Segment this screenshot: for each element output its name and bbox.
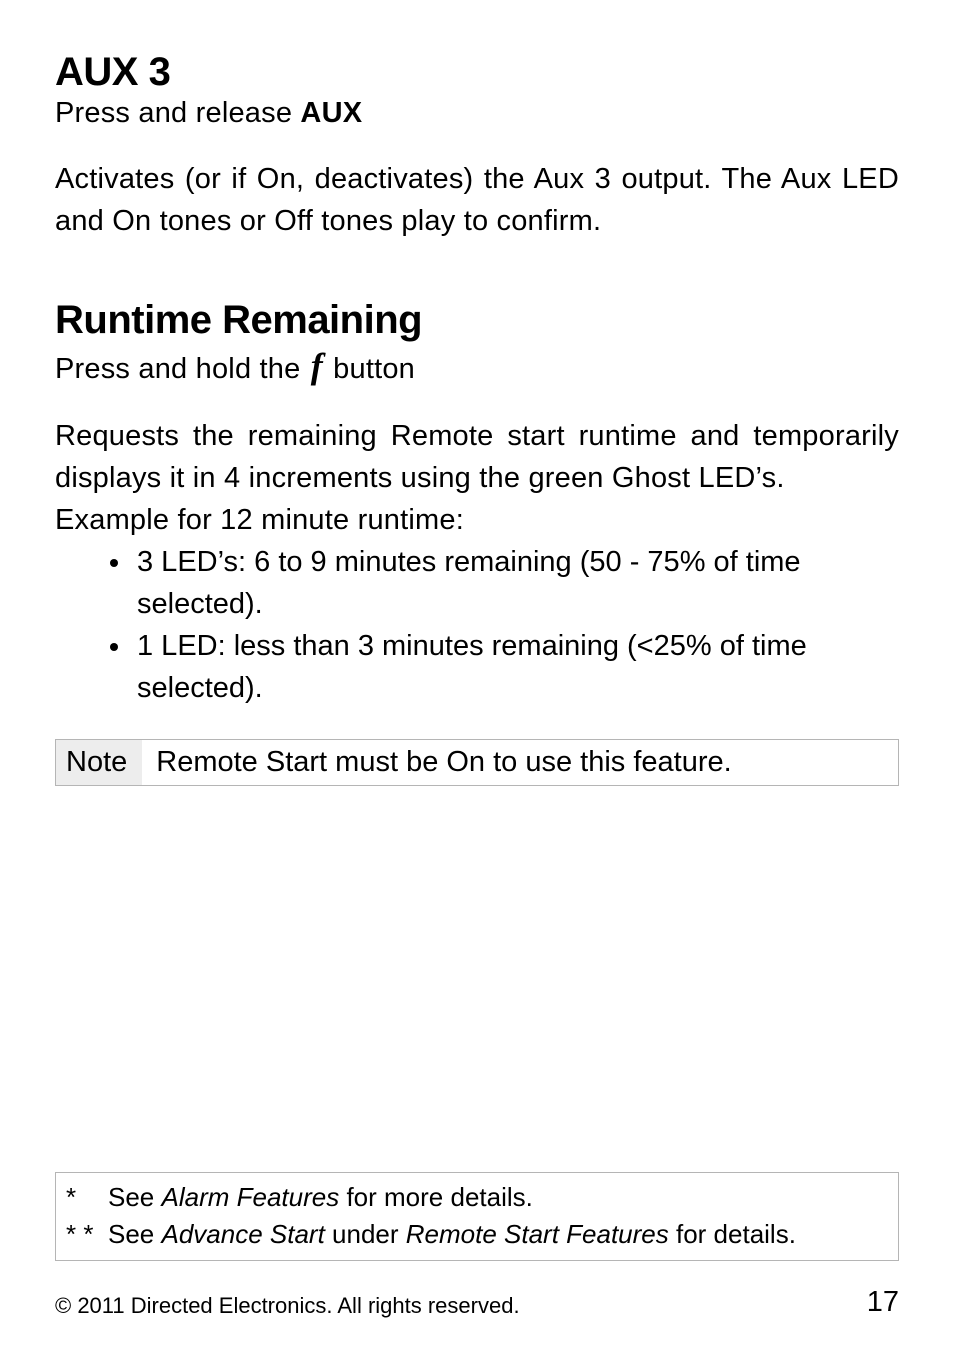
footnote-text: for more details. (339, 1182, 533, 1212)
body-runtime-p2: Example for 12 minute runtime: (55, 499, 899, 541)
heading-aux3: AUX 3 (55, 50, 899, 95)
page-number: 17 (867, 1286, 899, 1319)
footnotes: *See Alarm Features for more details. * … (55, 1172, 899, 1261)
instruction-aux3: Press and release AUX (55, 97, 899, 130)
body-runtime: Requests the remaining Remote start runt… (55, 415, 899, 541)
heading-runtime: Runtime Remaining (55, 298, 899, 343)
runtime-bullets: 3 LED’s: 6 to 9 minutes remaining (50 - … (83, 541, 899, 709)
footnote-text: for details. (669, 1219, 796, 1249)
f-button-icon: f (309, 346, 325, 386)
instruction-runtime: Press and hold the f button (55, 345, 899, 387)
footnote-text: under (325, 1219, 406, 1249)
text-and-release: and release (130, 97, 300, 129)
text-the: the (251, 353, 308, 385)
body-runtime-p1: Requests the remaining Remote start runt… (55, 415, 899, 499)
footnote-em: Alarm Features (162, 1182, 340, 1212)
footnote-star: * * (66, 1216, 108, 1252)
page-footer: © 2011 Directed Electronics. All rights … (55, 1286, 899, 1319)
note-text: Remote Start must be On to use this feat… (142, 740, 745, 785)
body-aux3: Activates (or if On, deactivates) the Au… (55, 158, 899, 242)
footnote-em: Remote Start Features (406, 1219, 669, 1249)
list-item: 1 LED: less than 3 minutes remaining (<2… (133, 625, 899, 709)
footnote-text: See (108, 1219, 162, 1249)
text-and: and (130, 353, 196, 385)
note-label: Note (56, 740, 142, 785)
text-press2: Press (55, 353, 130, 385)
footnote-star: * (66, 1179, 108, 1215)
text-button: button (325, 353, 415, 385)
footnote-em: Advance Start (162, 1219, 325, 1249)
list-item: 3 LED’s: 6 to 9 minutes remaining (50 - … (133, 541, 899, 625)
text-aux: AUX (300, 97, 362, 129)
footnotes-box: *See Alarm Features for more details. * … (55, 1172, 899, 1261)
text-hold: hold (196, 353, 252, 385)
footnote-1: *See Alarm Features for more details. (66, 1179, 888, 1215)
footnote-2: * *See Advance Start under Remote Start … (66, 1216, 888, 1252)
footnote-text: See (108, 1182, 162, 1212)
note-box: Note Remote Start must be On to use this… (55, 739, 899, 786)
copyright-text: © 2011 Directed Electronics. All rights … (55, 1293, 520, 1319)
text-press: Press (55, 97, 130, 129)
